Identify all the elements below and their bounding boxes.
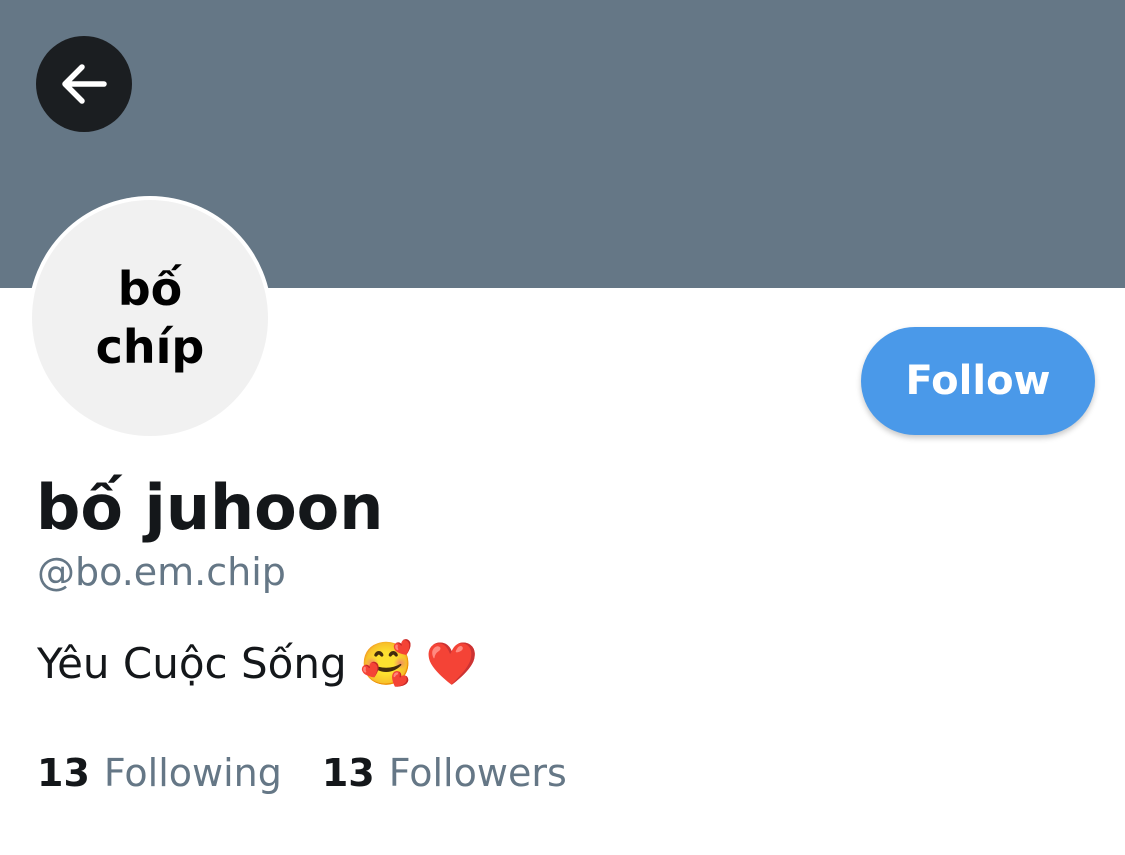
follow-button[interactable]: Follow — [861, 327, 1095, 435]
followers-label: Followers — [388, 751, 567, 795]
followers-count: 13 — [321, 751, 375, 795]
back-button[interactable] — [36, 36, 132, 132]
avatar-image: bố chíp — [32, 200, 268, 436]
profile-stats: 13 Following 13 Followers — [37, 748, 567, 798]
followers-link[interactable]: 13 Followers — [322, 748, 567, 798]
profile-bio: Yêu Cuộc Sống 🥰 ❤️ — [37, 639, 478, 688]
avatar[interactable]: bố chíp — [28, 196, 272, 440]
avatar-text-line2: chíp — [95, 320, 205, 374]
following-label: Following — [103, 751, 282, 795]
following-link[interactable]: 13 Following — [37, 748, 282, 798]
avatar-text-line1: bố — [117, 262, 183, 316]
following-count: 13 — [37, 751, 90, 795]
user-handle: @bo.em.chip — [37, 550, 286, 594]
arrow-left-icon — [62, 64, 107, 104]
display-name: bố juhoon — [36, 471, 384, 544]
